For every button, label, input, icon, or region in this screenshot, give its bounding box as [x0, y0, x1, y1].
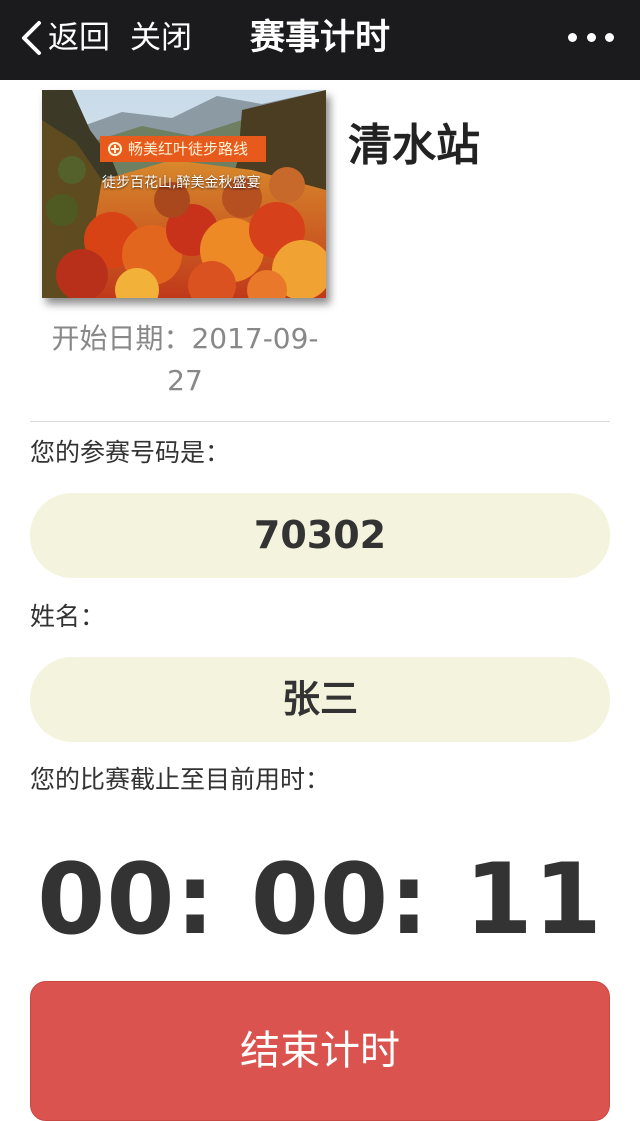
name-field: 张三 [30, 657, 610, 742]
close-button[interactable]: 关闭 [130, 18, 192, 58]
back-label: 返回 [48, 20, 110, 56]
event-cover-image: 畅美红叶徒步路线 徒步百花山,醉美金秋盛宴 [42, 90, 326, 298]
section-divider [30, 421, 610, 422]
more-menu-button[interactable] [568, 24, 614, 50]
more-dots-icon [605, 32, 614, 42]
top-navigation-bar: 返回 关闭 赛事计时 [0, 0, 640, 80]
back-button[interactable]: 返回 [20, 18, 110, 58]
start-date-line-2: 27 [167, 364, 203, 397]
bib-number-label: 您的参赛号码是： [30, 438, 231, 467]
image-banner: 畅美红叶徒步路线 [100, 136, 266, 162]
elapsed-time-label: 您的比赛截止至目前用时： [30, 765, 331, 794]
image-banner-text: 畅美红叶徒步路线 [128, 140, 249, 158]
station-name: 清水站 [348, 120, 480, 171]
name-label: 姓名： [30, 602, 106, 631]
bib-number-field: 70302 [30, 493, 610, 578]
image-caption: 徒步百花山,醉美金秋盛宴 [102, 175, 261, 191]
chevron-left-icon [22, 21, 41, 55]
more-dots-icon [568, 32, 577, 42]
start-date: 开始日期：2017-09- 27 [40, 318, 330, 402]
more-dots-icon [586, 32, 596, 42]
end-timing-button[interactable]: 结束计时 [30, 981, 610, 1121]
page-title: 赛事计时 [249, 18, 390, 58]
elapsed-timer: 00: 00: 11 [37, 843, 603, 957]
start-date-line-1: 开始日期：2017-09- [51, 322, 319, 355]
circle-plus-icon [108, 142, 122, 156]
autumn-mountain-landscape [42, 90, 326, 298]
